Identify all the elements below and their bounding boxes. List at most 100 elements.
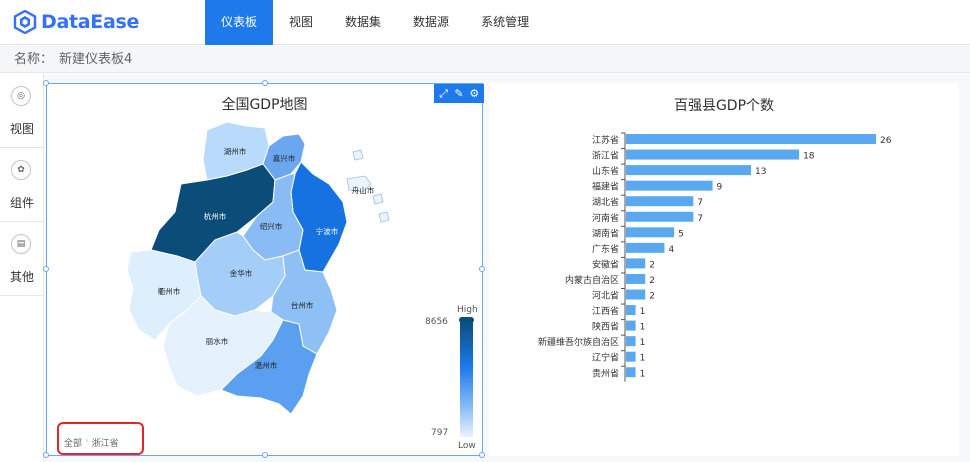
resize-handle-bl[interactable] — [43, 452, 49, 458]
category-label: 广东省 — [592, 243, 619, 255]
nav-item-view[interactable]: 视图 — [273, 0, 329, 45]
region-label-lishui: 丽水市 — [206, 336, 229, 346]
bar[interactable] — [626, 227, 675, 238]
map-panel[interactable]: 全国GDP地图 ⤢ ✎ ⚙ 湖州市 嘉兴市 舟山市 杭州市 宁波市 绍兴市 金华… — [43, 80, 485, 458]
category-label: 河南省 — [592, 212, 619, 224]
bar[interactable] — [626, 273, 646, 284]
bar-chart: 江苏省 26 浙江省 18 山东省 13 福建省 9 湖北省 7 河南省 7 湖南省 5 广东省 4 安徽省 2 内… — [538, 132, 892, 382]
component-icon: ✿ — [11, 160, 31, 180]
legend-low-label: Low — [458, 441, 476, 451]
bar[interactable] — [626, 134, 876, 144]
category-label: 辽宁省 — [592, 352, 619, 364]
app-name: DataEase — [41, 11, 140, 33]
bar-value-label: 13 — [755, 167, 766, 177]
category-label: 江西省 — [592, 305, 619, 317]
bar-value-label: 1 — [640, 354, 646, 364]
view-icon: ◎ — [11, 86, 31, 106]
logo-icon — [13, 10, 37, 34]
resize-handle-r[interactable] — [479, 266, 485, 272]
nav-item-dataset[interactable]: 数据集 — [329, 0, 397, 45]
bar[interactable] — [626, 289, 646, 300]
category-label: 山东省 — [592, 165, 619, 177]
dashboard-name-label: 名称： — [14, 52, 54, 67]
nav-item-dashboard[interactable]: 仪表板 — [205, 0, 274, 45]
legend-max-value: 8656 — [425, 317, 448, 327]
category-label: 福建省 — [592, 181, 619, 193]
breadcrumb-root[interactable]: 全部 — [64, 436, 82, 449]
category-label: 陕西省 — [592, 321, 619, 333]
bar-value-label: 1 — [640, 338, 646, 348]
legend-gradient — [460, 320, 473, 437]
nav-item-datasource[interactable]: 数据源 — [397, 0, 465, 45]
region-label-huzhou: 湖州市 — [224, 146, 247, 156]
bar-value-label: 9 — [717, 183, 723, 193]
bar[interactable] — [626, 351, 636, 362]
region-label-wenzhou: 温州市 — [255, 360, 278, 370]
resize-handle-b[interactable] — [262, 452, 268, 458]
resize-handle-t[interactable] — [262, 80, 268, 86]
bar[interactable] — [626, 149, 800, 160]
bar-value-label: 5 — [678, 229, 684, 239]
map-breadcrumb: 全部 › 浙江省 — [64, 436, 119, 449]
bar-value-label: 1 — [640, 369, 646, 379]
sidebar-item-label: 视图 — [9, 122, 34, 136]
region-label-taizhou: 台州市 — [291, 300, 314, 310]
region-label-jinhua: 金华市 — [230, 268, 253, 278]
resize-handle-br[interactable] — [479, 452, 485, 458]
bar[interactable] — [626, 165, 751, 176]
region-label-jiaxing: 嘉兴市 — [273, 153, 296, 163]
bar-value-label: 4 — [668, 245, 674, 255]
bar-value-label: 2 — [649, 276, 655, 286]
category-label: 贵州省 — [592, 367, 619, 379]
region-label-zhoushan: 舟山市 — [352, 185, 375, 195]
bar-value-label: 26 — [880, 136, 892, 146]
zhejiang-map: 湖州市 嘉兴市 舟山市 杭州市 宁波市 绍兴市 金华市 衢州市 台州市 丽水市 … — [126, 121, 390, 415]
bar-chart-panel[interactable]: 百强县GDP个数 江苏省 26 浙江省 18 山东省 13 福建省 9 湖北省 7 河南省 7 湖南省 5… — [489, 83, 959, 456]
sidebar-item-label: 其他 — [9, 270, 34, 284]
sidebar-item-view[interactable]: ◎ 视图 — [0, 74, 44, 148]
sidebar-item-other[interactable]: ▤ 其他 — [0, 222, 44, 296]
bar[interactable] — [626, 320, 636, 331]
main-nav: 仪表板 视图 数据集 数据源 系统管理 — [205, 0, 545, 45]
breadcrumb-current: 浙江省 — [91, 439, 119, 449]
sidebar-item-component[interactable]: ✿ 组件 — [0, 148, 44, 222]
category-label: 河北省 — [592, 290, 619, 302]
bar[interactable] — [626, 242, 665, 253]
bar[interactable] — [626, 211, 694, 222]
bar[interactable] — [626, 367, 636, 378]
bar-value-label: 2 — [649, 260, 655, 270]
dashboard-name-bar: 名称： 新建仪表板4 — [0, 46, 970, 73]
top-bar: DataEase 仪表板 视图 数据集 数据源 系统管理 — [0, 0, 970, 45]
breadcrumb-separator: › — [85, 436, 89, 446]
bar[interactable] — [626, 258, 646, 269]
region-label-hangzhou: 杭州市 — [204, 211, 227, 221]
bar-value-label: 1 — [640, 323, 646, 333]
region-label-quzhou: 衢州市 — [158, 286, 181, 296]
component-sidebar: ◎ 视图 ✿ 组件 ▤ 其他 — [0, 74, 44, 462]
category-label: 湖北省 — [592, 196, 619, 208]
bar-value-label: 18 — [803, 152, 815, 162]
category-label: 内蒙古自治区 — [565, 274, 619, 286]
category-label: 浙江省 — [592, 150, 619, 162]
nav-item-system[interactable]: 系统管理 — [465, 0, 545, 45]
resize-handle-l[interactable] — [43, 266, 49, 272]
bar[interactable] — [626, 305, 636, 316]
app-logo[interactable]: DataEase — [13, 9, 139, 35]
dashboard-canvas: 全国GDP地图 ⤢ ✎ ⚙ 湖州市 嘉兴市 舟山市 杭州市 宁波市 绍兴市 金华… — [43, 74, 970, 462]
bar-value-label: 7 — [697, 198, 703, 208]
bar[interactable] — [626, 336, 636, 347]
bar-value-label: 2 — [649, 292, 655, 302]
resize-handle-tl[interactable] — [43, 80, 49, 86]
dashboard-name-value[interactable]: 新建仪表板4 — [59, 52, 132, 67]
legend-high-label: High — [457, 305, 478, 315]
bar[interactable] — [626, 180, 713, 191]
bar-value-label: 7 — [697, 214, 703, 224]
bar-value-label: 1 — [640, 307, 646, 317]
category-label: 安徽省 — [592, 258, 619, 270]
legend-min-value: 797 — [431, 428, 449, 438]
category-label: 新疆维吾尔族自治区 — [538, 336, 619, 348]
other-icon: ▤ — [11, 234, 31, 254]
sidebar-item-label: 组件 — [9, 196, 34, 210]
bar[interactable] — [626, 196, 694, 207]
category-label: 湖南省 — [592, 227, 619, 239]
